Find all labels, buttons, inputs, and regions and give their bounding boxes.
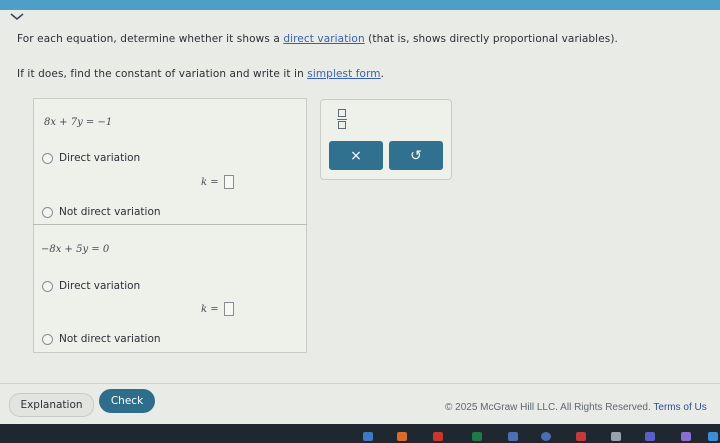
taskbar-app-icon[interactable] — [363, 432, 373, 441]
answer-card — [33, 98, 307, 353]
radio-button[interactable] — [42, 280, 53, 292]
explanation-button[interactable]: Explanation — [9, 393, 94, 417]
numerator-box — [338, 109, 346, 117]
taskbar-app-icon[interactable] — [433, 432, 443, 441]
collapse-chevron-icon[interactable] — [8, 9, 26, 25]
k-answer-input[interactable] — [223, 175, 234, 189]
copyright-text: © 2025 McGraw Hill LLC. All Rights Reser… — [445, 402, 651, 413]
k-label: k = — [201, 176, 219, 188]
problem-1-constant: k = — [201, 175, 234, 189]
footer-divider — [0, 383, 720, 384]
taskbar-app-icon[interactable] — [576, 432, 586, 441]
simplest-form-link[interactable]: simplest form — [307, 68, 380, 80]
radio-button[interactable] — [42, 333, 53, 345]
denominator-box — [338, 121, 346, 129]
taskbar-app-icon[interactable] — [397, 432, 407, 441]
taskbar-app-icon[interactable] — [472, 432, 482, 441]
problem-2-direct-variation-option[interactable]: Direct variation — [42, 280, 140, 292]
instruction-text: For each equation, determine whether it … — [17, 33, 284, 45]
clear-button[interactable]: × — [329, 141, 383, 170]
check-button[interactable]: Check — [99, 389, 155, 413]
option-label: Not direct variation — [59, 206, 161, 218]
terms-link[interactable]: Terms of Us — [653, 402, 706, 413]
problem-2-not-direct-variation-option[interactable]: Not direct variation — [42, 333, 161, 345]
instruction-text: If it does, find the constant of variati… — [17, 68, 308, 80]
taskbar-app-icon[interactable] — [708, 432, 718, 441]
problem-divider — [33, 224, 307, 225]
taskbar-app-icon[interactable] — [645, 432, 655, 441]
equation-2: −8x + 5y = 0 — [41, 244, 110, 255]
footer: © 2025 McGraw Hill LLC. All Rights Reser… — [445, 402, 707, 413]
option-label: Direct variation — [59, 152, 141, 164]
instruction-line-2: If it does, find the constant of variati… — [17, 68, 384, 80]
taskbar-app-icon[interactable] — [508, 432, 518, 441]
instruction-text: . — [380, 68, 385, 80]
radio-button[interactable] — [42, 206, 53, 218]
instruction-line-1: For each equation, determine whether it … — [17, 33, 618, 45]
k-answer-input[interactable] — [223, 302, 234, 316]
direct-variation-link[interactable]: direct variation — [283, 33, 364, 45]
fraction-icon[interactable] — [335, 108, 349, 130]
problem-2-constant: k = — [201, 302, 234, 316]
taskbar-app-icon[interactable] — [681, 432, 691, 441]
option-label: Direct variation — [59, 280, 141, 292]
k-label: k = — [201, 303, 219, 315]
settings-gear-icon[interactable] — [611, 432, 621, 441]
equation-1: 8x + 7y = −1 — [44, 117, 113, 128]
instruction-text: (that is, shows directly proportional va… — [364, 33, 618, 45]
fraction-bar — [337, 118, 347, 120]
radio-button[interactable] — [42, 152, 53, 164]
undo-button[interactable]: ↺ — [389, 141, 443, 170]
problem-1-direct-variation-option[interactable]: Direct variation — [42, 152, 140, 164]
option-label: Not direct variation — [59, 333, 161, 345]
top-bar — [0, 0, 720, 10]
taskbar-app-icon[interactable] — [541, 432, 551, 441]
problem-1-not-direct-variation-option[interactable]: Not direct variation — [42, 206, 161, 218]
